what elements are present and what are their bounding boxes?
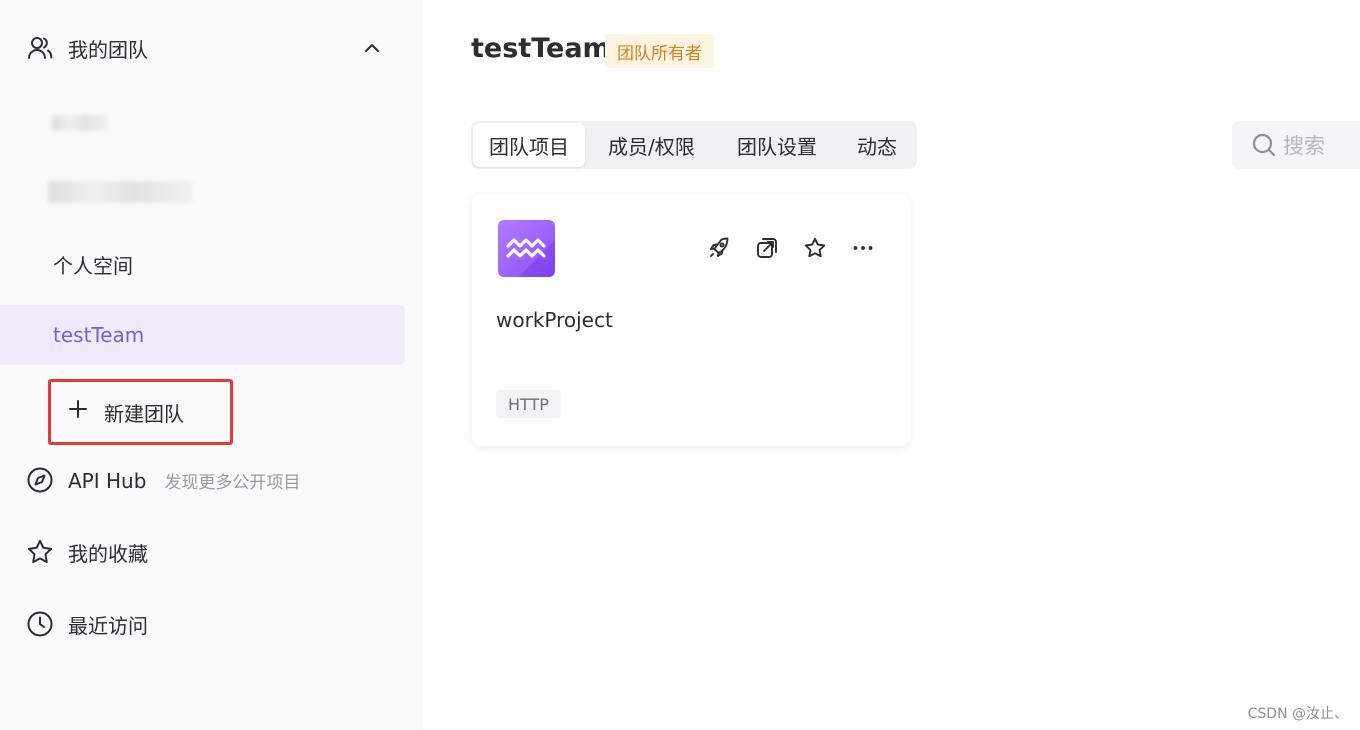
nav-my-teams[interactable]: 我的团队: [0, 18, 405, 78]
tab-members-permissions[interactable]: 成员/权限: [608, 121, 695, 169]
star-icon: [26, 538, 54, 566]
nav-api-hub-hint: 发现更多公开项目: [164, 472, 301, 493]
compass-icon: [26, 466, 54, 494]
nav-api-hub-text: API Hub 发现更多公开项目: [68, 468, 300, 493]
nav-my-teams-label: 我的团队: [68, 37, 148, 62]
project-name: workProject: [496, 308, 613, 332]
tab-bar: 团队项目 成员/权限 团队设置 动态: [471, 121, 917, 169]
project-logo: [498, 220, 555, 277]
nav-favorites-label: 我的收藏: [68, 541, 148, 566]
tab-activity[interactable]: 动态: [857, 121, 897, 169]
nav-recent[interactable]: 最近访问: [0, 594, 405, 654]
search-icon: [1251, 132, 1277, 158]
nav-favorites[interactable]: 我的收藏: [0, 522, 405, 582]
sidebar-item-personal-space[interactable]: 个人空间: [0, 234, 405, 294]
chevron-up-icon[interactable]: [361, 37, 383, 59]
nav-recent-label: 最近访问: [68, 613, 148, 638]
project-type-tag: HTTP: [496, 390, 561, 418]
role-badge: 团队所有者: [605, 34, 714, 68]
watermark: CSDN @汝止、: [1247, 706, 1348, 722]
tab-team-settings[interactable]: 团队设置: [737, 121, 817, 169]
new-team-label: 新建团队: [104, 402, 184, 426]
nav-api-hub-label: API Hub: [68, 468, 147, 493]
plus-icon: [67, 398, 89, 420]
sidebar: 我的团队 个人空间 testTeam 新建团队 API Hub 发现更多公开项目…: [0, 0, 422, 730]
nav-api-hub[interactable]: API Hub 发现更多公开项目: [0, 450, 405, 510]
new-team-button[interactable]: 新建团队: [48, 379, 233, 445]
users-icon: [26, 34, 54, 62]
sidebar-item-label: testTeam: [53, 323, 145, 347]
more-icon[interactable]: [849, 234, 877, 262]
star-icon[interactable]: [801, 234, 829, 262]
project-card[interactable]: workProject HTTP: [472, 194, 910, 446]
search-input[interactable]: 搜索: [1232, 121, 1360, 169]
rocket-icon[interactable]: [705, 234, 733, 262]
sidebar-item-label: 个人空间: [53, 253, 133, 278]
clock-icon: [26, 610, 54, 638]
external-link-icon[interactable]: [753, 234, 781, 262]
redacted-team-name: [52, 115, 108, 131]
sidebar-item-testteam[interactable]: testTeam: [0, 305, 405, 365]
redacted-team-name: [48, 181, 192, 203]
tab-team-projects[interactable]: 团队项目: [473, 123, 585, 167]
page-title: testTeam: [471, 33, 611, 64]
search-placeholder: 搜索: [1283, 134, 1325, 158]
